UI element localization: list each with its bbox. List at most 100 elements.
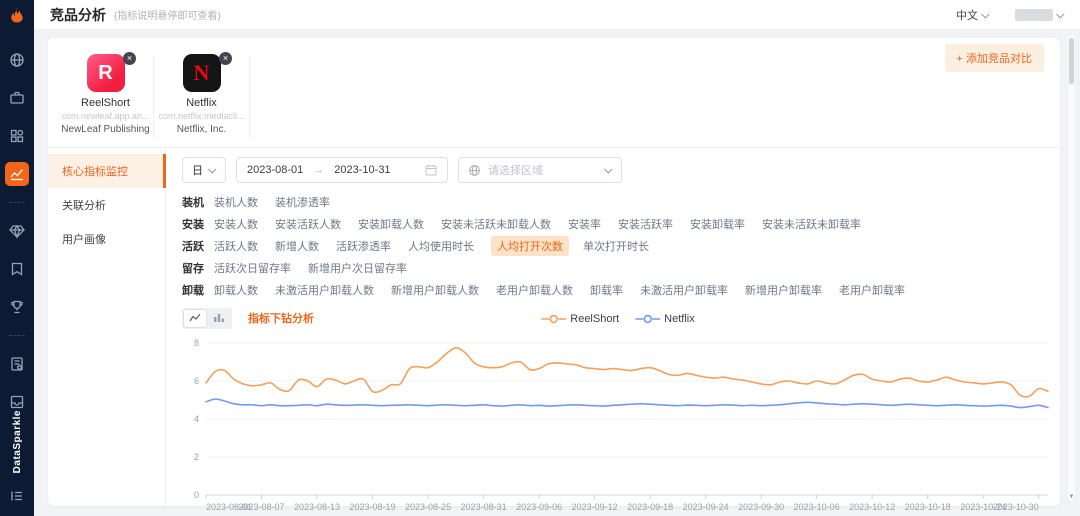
svg-text:6: 6 <box>194 376 199 386</box>
sidebar-item-ranking[interactable] <box>5 295 29 319</box>
metric-option[interactable]: 活跃渗透率 <box>336 238 391 254</box>
metric-option[interactable]: 装机人数 <box>214 194 258 210</box>
line-chart[interactable]: 0 2 4 6 8 2023-08-01 2023-08-07 2023-08-13 2023-… <box>182 335 1054 516</box>
app-logo[interactable] <box>0 0 34 30</box>
metric-option[interactable]: 活跃次日留存率 <box>214 260 291 276</box>
svg-text:2023-08-13: 2023-08-13 <box>294 502 340 512</box>
report-icon <box>11 357 23 371</box>
book-icon <box>11 262 23 276</box>
calendar-icon <box>425 165 437 176</box>
bar-chart-toggle-button[interactable] <box>208 310 230 327</box>
metric-option[interactable]: 人均打开次数 <box>491 236 569 256</box>
sidebar-item-analytics[interactable] <box>5 162 29 186</box>
svg-text:2023-08-31: 2023-08-31 <box>461 502 507 512</box>
tab-user-profile[interactable]: 用户画像 <box>48 222 165 256</box>
trophy-icon <box>11 300 23 314</box>
metric-option[interactable]: 安装未活跃未卸载率 <box>762 216 861 232</box>
legend-item-netflix[interactable]: Netflix <box>635 313 695 325</box>
apps-grid-icon <box>10 129 24 143</box>
metric-row: 安装 安装人数 安装活跃人数 安装卸载人数 安装未活跃未卸载人数 安装率 安装活跃率 安装卸载… <box>182 216 1054 232</box>
svg-text:8: 8 <box>194 338 199 348</box>
app-name: Netflix <box>186 97 217 109</box>
metric-option[interactable]: 卸载人数 <box>214 282 258 298</box>
metric-option[interactable]: 新增用户次日留存率 <box>308 260 407 276</box>
sidebar-item-apps[interactable] <box>5 124 29 148</box>
metric-row: 留存 活跃次日留存率 新增用户次日留存率 <box>182 260 1054 276</box>
flame-logo-icon <box>11 7 23 23</box>
language-selector[interactable]: 中文 <box>956 7 990 23</box>
svg-text:2023-10-18: 2023-10-18 <box>905 502 951 512</box>
date-range-picker[interactable]: 2023-08-01 → 2023-10-31 <box>236 157 448 183</box>
metric-group-label: 卸载 <box>182 285 204 297</box>
metric-option[interactable]: 活跃人数 <box>214 238 258 254</box>
top-header: 竞品分析 (指标说明悬停即可查看) 中文 <box>34 0 1080 30</box>
sidebar-item-reports[interactable] <box>5 352 29 376</box>
app-card-netflix[interactable]: N × Netflix com.netflix.mediacli... Netf… <box>154 52 250 139</box>
metric-option[interactable]: 安装活跃人数 <box>275 216 341 232</box>
user-name-redacted <box>1015 8 1053 21</box>
metric-option[interactable]: 安装人数 <box>214 216 258 232</box>
legend-item-reelshort[interactable]: ReelShort <box>541 313 619 325</box>
sidebar-item-library[interactable] <box>5 257 29 281</box>
metric-option[interactable]: 卸载率 <box>590 282 623 298</box>
chart-legend: ReelShort Netflix <box>541 313 695 325</box>
page-title-hint: (指标说明悬停即可查看) <box>114 11 221 22</box>
sidebar-item-portfolio[interactable] <box>5 86 29 110</box>
app-card-reelshort[interactable]: R × ReelShort com.newleaf.app.an... NewL… <box>58 52 154 139</box>
line-chart-toggle-button[interactable] <box>184 309 206 327</box>
metric-option[interactable]: 单次打开时长 <box>583 238 649 254</box>
tab-core-metrics[interactable]: 核心指标监控 <box>48 154 166 188</box>
scrollbar-down-arrow[interactable]: ▼ <box>1068 494 1075 500</box>
sidebar-item-premium[interactable] <box>5 219 29 243</box>
granularity-select[interactable]: 日 <box>182 157 226 183</box>
metric-option[interactable]: 安装未活跃未卸载人数 <box>441 216 551 232</box>
legend-label: Netflix <box>664 313 695 325</box>
tab-correlation-analysis[interactable]: 关联分析 <box>48 188 165 222</box>
page-title: 竞品分析 <box>50 6 106 23</box>
sidebar-item-globe[interactable] <box>5 48 29 72</box>
metric-group-label: 安装 <box>182 219 204 231</box>
metric-option[interactable]: 人均使用时长 <box>408 238 474 254</box>
scrollbar-thumb[interactable] <box>1069 38 1074 84</box>
left-sidebar: DataSparkle <box>0 0 34 516</box>
date-range-arrow: → <box>313 164 325 176</box>
region-select[interactable]: 请选择区域 <box>458 157 622 183</box>
analysis-tabs: 核心指标监控 关联分析 用户画像 <box>48 148 166 511</box>
metric-option[interactable]: 安装活跃率 <box>618 216 673 232</box>
metric-option[interactable]: 新增用户卸载人数 <box>391 282 479 298</box>
add-competitor-button[interactable]: + 添加竞品对比 <box>944 44 1044 72</box>
metric-option[interactable]: 老用户卸载率 <box>839 282 905 298</box>
vertical-scrollbar[interactable]: ▼ <box>1067 34 1076 502</box>
chart-type-toggle <box>182 307 232 329</box>
svg-text:2023-09-30: 2023-09-30 <box>738 502 784 512</box>
svg-text:2: 2 <box>194 452 199 462</box>
metric-row: 装机 装机人数 装机渗透率 <box>182 194 1054 210</box>
svg-text:2023-09-06: 2023-09-06 <box>516 502 562 512</box>
svg-text:2023-10-12: 2023-10-12 <box>849 502 895 512</box>
svg-text:2023-09-24: 2023-09-24 <box>683 502 729 512</box>
app-package: com.newleaf.app.an... <box>61 111 150 121</box>
chevron-down-icon <box>1056 9 1065 19</box>
remove-app-button[interactable]: × <box>219 52 232 65</box>
metric-option[interactable]: 装机渗透率 <box>275 194 330 210</box>
user-menu[interactable] <box>1015 8 1065 21</box>
metric-option[interactable]: 老用户卸载人数 <box>496 282 573 298</box>
sidebar-collapse-button[interactable] <box>0 484 34 508</box>
metric-option[interactable]: 安装卸载率 <box>690 216 745 232</box>
metrics-panel: 日 2023-08-01 → 2023-10-31 请选择区域 装机 装机人数 装机 <box>166 148 1060 512</box>
metric-option[interactable]: 安装率 <box>568 216 601 232</box>
sidebar-divider <box>9 335 25 336</box>
metric-option[interactable]: 新增人数 <box>275 238 319 254</box>
drill-down-link[interactable]: 指标下钻分析 <box>248 310 314 326</box>
legend-label: ReelShort <box>570 313 620 325</box>
archive-box-icon <box>10 395 24 409</box>
metric-option[interactable]: 未激活用户卸载率 <box>640 282 728 298</box>
app-publisher: Netflix, Inc. <box>176 124 227 135</box>
metric-option[interactable]: 新增用户卸载率 <box>745 282 822 298</box>
metric-option[interactable]: 安装卸载人数 <box>358 216 424 232</box>
analysis-card: R × ReelShort com.newleaf.app.an... NewL… <box>48 38 1060 512</box>
date-start: 2023-08-01 <box>247 164 304 176</box>
remove-app-button[interactable]: × <box>123 52 136 65</box>
metric-option[interactable]: 未激活用户卸载人数 <box>275 282 374 298</box>
svg-text:2023-10-30: 2023-10-30 <box>993 502 1039 512</box>
